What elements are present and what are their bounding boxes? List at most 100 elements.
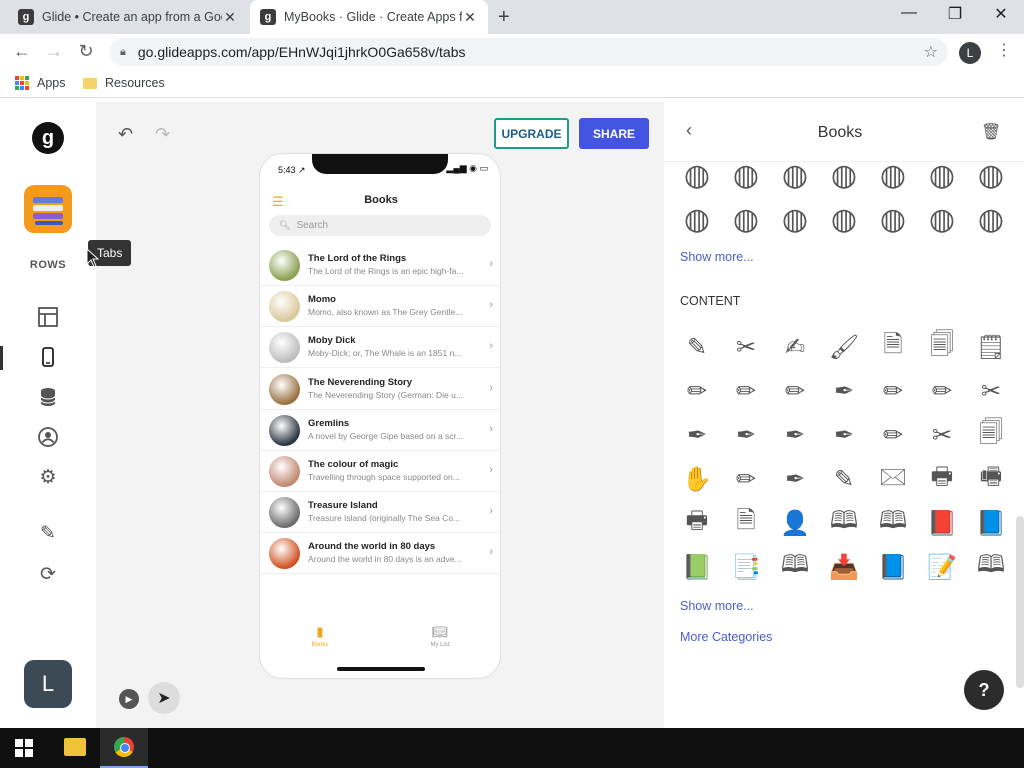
app-icon[interactable] (24, 185, 72, 233)
globe-live-icon[interactable]: ◍ (778, 158, 812, 192)
maximize-button[interactable]: ❐ (940, 4, 970, 24)
bookmark-book-icon[interactable]: 📗 (680, 550, 714, 584)
brush-slash-icon[interactable]: ✎ (827, 462, 861, 496)
book-list-item[interactable]: Around the world in 80 days Around the wo… (260, 533, 500, 575)
help-button[interactable]: ? (964, 670, 1004, 710)
globe-refresh-icon[interactable]: ◍ (729, 202, 763, 236)
show-more-web-link[interactable]: Show more... (680, 250, 754, 264)
minimize-button[interactable]: — (894, 4, 924, 22)
windows-start-icon[interactable] (15, 739, 33, 757)
typewriter-icon[interactable]: 🖶 (680, 506, 714, 540)
redo-icon[interactable]: ↷ (155, 124, 170, 145)
browser-tab-glide-create[interactable]: g Glide • Create an app from a Goo ✕ (8, 0, 248, 34)
pencil-icon[interactable]: ✏ (925, 374, 959, 408)
file-explorer-icon[interactable] (64, 738, 86, 756)
pen-icon[interactable]: ✏ (729, 374, 763, 408)
tabs-phone-icon[interactable] (36, 346, 60, 370)
forward-arrow-icon[interactable]: → (42, 41, 66, 62)
book-download-icon[interactable]: 📥 (827, 550, 861, 584)
show-more-content-link[interactable]: Show more... (680, 599, 754, 613)
upgrade-button[interactable]: UPGRADE (494, 118, 569, 149)
open-book-icon[interactable]: 🕮 (876, 506, 910, 540)
close-tab-icon[interactable]: ✕ (222, 9, 238, 26)
back-arrow-icon[interactable]: ← (10, 41, 34, 62)
globe-heart-icon[interactable]: ◍ (680, 158, 714, 192)
bookmark-star-icon[interactable]: ☆ (924, 42, 938, 62)
address-bar[interactable]: 🔒︎ go.glideapps.com/app/EHnWJqi1jhrkO0Ga… (110, 38, 948, 66)
edit-pen-icon[interactable]: ✎ (36, 522, 60, 546)
pen-line-icon[interactable]: ✒ (729, 418, 763, 452)
play-icon[interactable]: ▶ (119, 689, 139, 709)
globe-cursor-icon[interactable]: ◍ (876, 158, 910, 192)
mail-printer-icon[interactable]: 🖂 (876, 462, 910, 496)
browser-tab-mybooks[interactable]: g MyBooks · Glide · Create Apps fro ✕ (250, 0, 488, 34)
bookmark-icon[interactable]: 📑 (729, 550, 763, 584)
chrome-taskbar-button[interactable] (100, 728, 148, 768)
glide-logo-icon[interactable]: g (32, 122, 64, 154)
typewriter-icon[interactable]: 🖷 (974, 462, 1008, 496)
trash-icon[interactable]: 🗑︎ (981, 122, 1001, 142)
map-book-icon[interactable]: 🕮 (974, 550, 1008, 584)
pen-line-icon[interactable]: ✒ (778, 418, 812, 452)
globe-share-icon[interactable]: ◍ (925, 202, 959, 236)
pen-slash-icon[interactable]: ✂ (925, 418, 959, 452)
phone-search-input[interactable]: 🔍︎ Search (269, 215, 491, 236)
more-categories-link[interactable]: More Categories (680, 630, 772, 644)
printer-icon[interactable]: 🖶 (925, 462, 959, 496)
contact-book-icon[interactable]: 👤 (778, 506, 812, 540)
globe-close-icon[interactable]: ◍ (778, 202, 812, 236)
phone-tab-books[interactable]: ▮ Books (290, 624, 350, 648)
open-book-outline-icon[interactable]: 🕮 (778, 550, 812, 584)
book-list-item[interactable]: The colour of magic Travelling through sp… (260, 451, 500, 492)
pen-icon[interactable]: ✏ (778, 374, 812, 408)
close-window-button[interactable]: ✕ (986, 4, 1016, 24)
bookmark-apps[interactable]: Apps (15, 76, 66, 90)
brush-icon[interactable]: 🖌 (827, 330, 861, 364)
book-list-item[interactable]: Moby Dick Moby-Dick; or, The Whale is an … (260, 327, 500, 369)
globe-search-icon[interactable]: ◍ (827, 202, 861, 236)
file-bold-icon[interactable]: 🗎 (876, 330, 910, 364)
file-edit-icon[interactable]: 🗎 (729, 506, 763, 540)
book-list-item[interactable]: Gremlins A novel by George Gipe based on … (260, 410, 500, 451)
panel-scrollbar[interactable] (1016, 516, 1024, 688)
pen-line-icon[interactable]: ✒ (680, 418, 714, 452)
book-open-icon[interactable]: 🗐 (925, 330, 959, 364)
book-list-item[interactable]: Momo Momo, also known as The Grey Gentle.… (260, 286, 500, 328)
pencil-ruler-icon[interactable]: ✂ (729, 330, 763, 364)
globe-pin-icon[interactable]: ◍ (974, 158, 1008, 192)
book-clock-icon[interactable]: 📘 (876, 550, 910, 584)
book-list-item[interactable]: The Lord of the Rings The Lord of the Rin… (260, 245, 500, 286)
globe-lock-icon[interactable]: ◍ (827, 158, 861, 192)
profile-avatar[interactable]: L (959, 42, 981, 64)
article-edit-icon[interactable]: ✎ (680, 330, 714, 364)
book-list-item[interactable]: The Neverending Story The Neverending Sto… (260, 369, 500, 410)
note-edit-icon[interactable]: 🗒 (974, 330, 1008, 364)
documents-icon[interactable]: 🗐 (974, 418, 1008, 452)
pencil-cross-icon[interactable]: ✂ (974, 374, 1008, 408)
share-button[interactable]: SHARE (579, 118, 649, 149)
inkwell-icon[interactable]: ✒ (778, 462, 812, 496)
pen-line-icon[interactable]: ✒ (827, 418, 861, 452)
book-list-item[interactable]: Treasure Island Treasure Island (original… (260, 492, 500, 534)
globe-question-icon[interactable]: ◍ (680, 202, 714, 236)
sync-icon[interactable]: ⟳ (36, 563, 60, 587)
pencil-set-icon[interactable]: ✏ (729, 462, 763, 496)
globe-add-icon[interactable]: ◍ (974, 202, 1008, 236)
book-edit-icon[interactable]: 📝 (925, 550, 959, 584)
bookmark-resources[interactable]: Resources (83, 76, 165, 90)
settings-gear-icon[interactable]: ⚙ (36, 466, 60, 490)
new-tab-button[interactable]: + (498, 6, 510, 29)
globe-device-icon[interactable]: ◍ (925, 158, 959, 192)
hand-paper-icon[interactable]: ✋ (680, 462, 714, 496)
globe-gear-icon[interactable]: ◍ (876, 202, 910, 236)
book-icon[interactable]: 📕 (925, 506, 959, 540)
undo-icon[interactable]: ↶ (118, 124, 133, 145)
pen-icon[interactable]: ✏ (680, 374, 714, 408)
close-tab-icon[interactable]: ✕ (462, 9, 478, 26)
pointer-tool-icon[interactable]: ➤ (148, 682, 180, 714)
browser-menu-icon[interactable]: ⋮ (996, 40, 1012, 60)
globe-info-icon[interactable]: ◍ (729, 158, 763, 192)
reload-icon[interactable]: ↻ (74, 41, 98, 62)
pen-tool-icon[interactable]: ✏ (876, 418, 910, 452)
user-account-icon[interactable] (36, 426, 60, 450)
